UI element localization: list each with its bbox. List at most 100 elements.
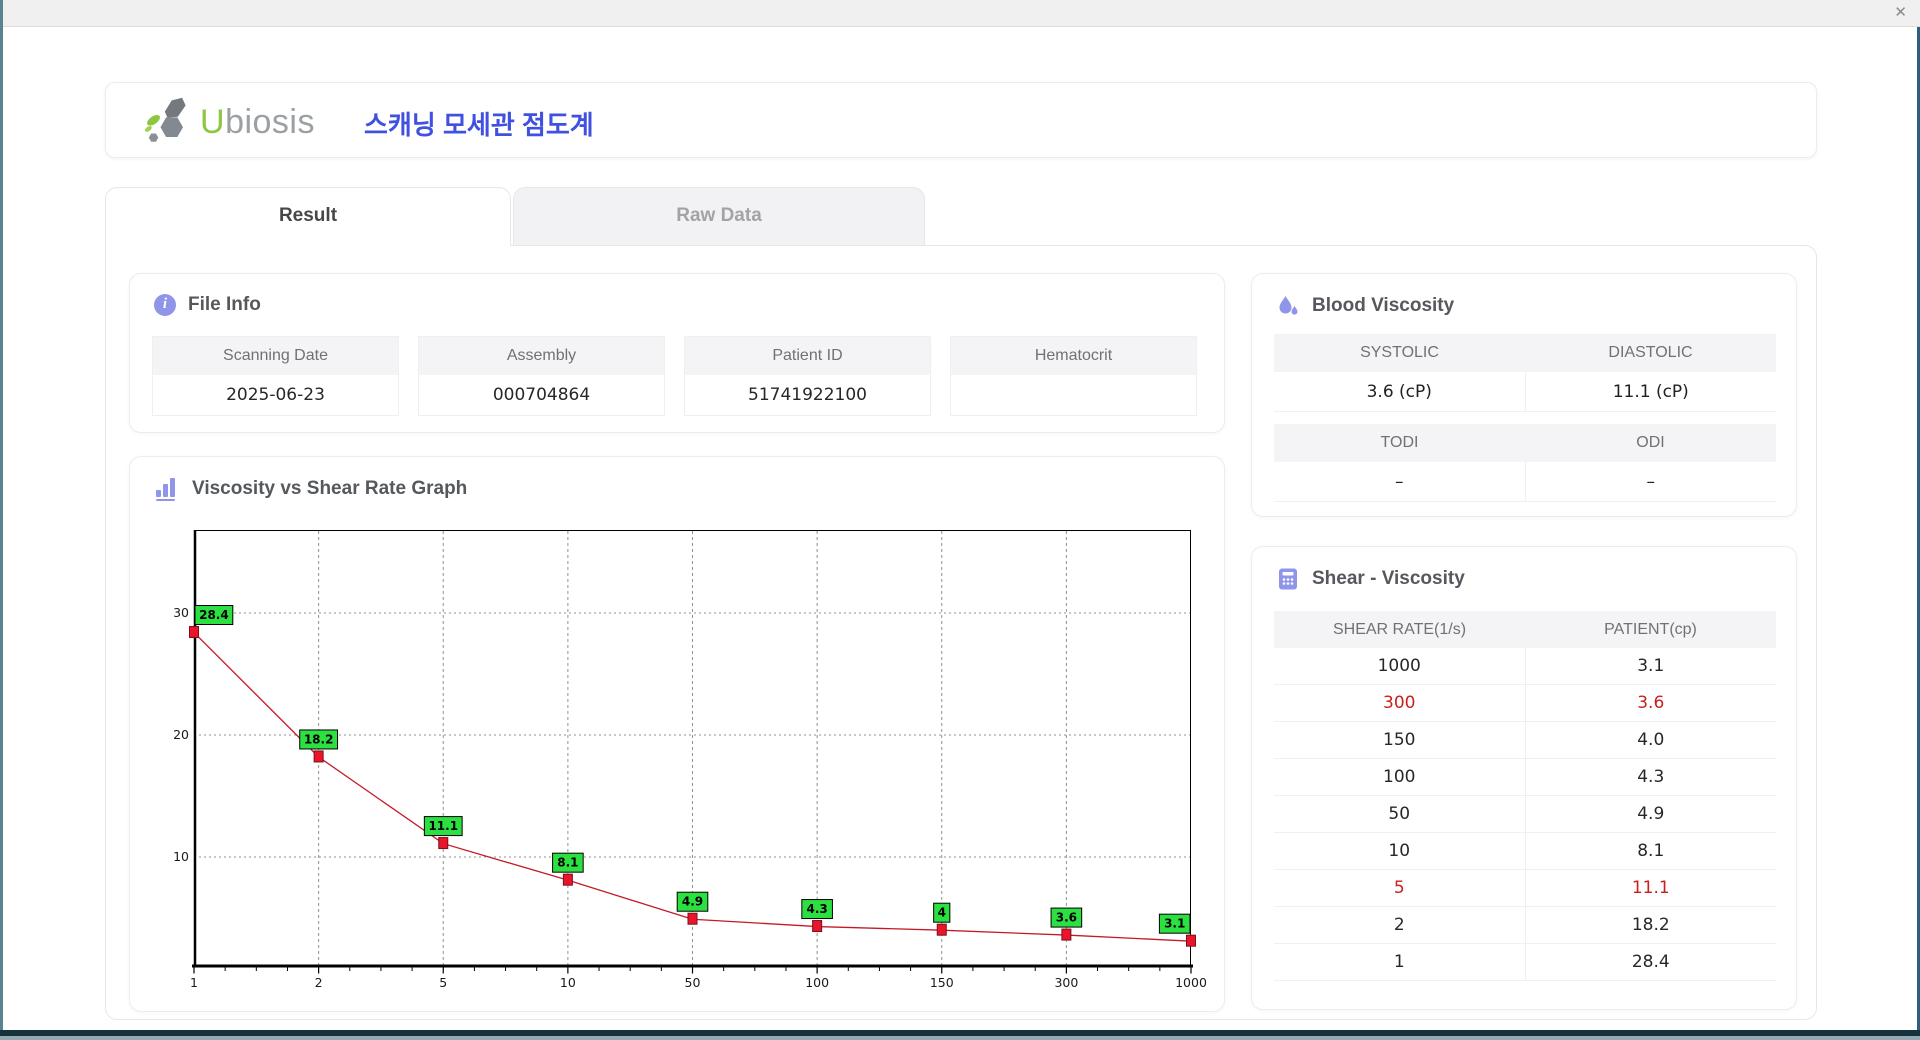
blood-viscosity-values: – –: [1274, 462, 1776, 502]
blood-viscosity-headers: TODI ODI: [1274, 424, 1776, 462]
shear-viscosity-row: 100 4.3: [1274, 759, 1776, 796]
tab-result-label: Result: [278, 205, 338, 226]
info-icon: i: [154, 294, 176, 316]
blood-viscosity-group: TODI ODI – –: [1274, 424, 1776, 502]
shear-viscosity-table: SHEAR RATE(1/s) PATIENT(cp) 1000 3.1 300 3.…: [1274, 611, 1776, 981]
x-tick-label: 5: [439, 975, 447, 990]
tab-raw-data[interactable]: Raw Data: [513, 187, 925, 245]
x-tick-label: 150: [930, 975, 954, 990]
shear-rate-cell: 1000: [1274, 648, 1526, 685]
bv-header-todi: TODI: [1274, 424, 1525, 462]
data-point-label: 18.2: [304, 732, 334, 746]
x-tick-label: 100: [805, 975, 829, 990]
x-tick-label: 10: [560, 975, 576, 990]
shear-rate-cell: 300: [1274, 685, 1526, 722]
x-tick-label: 2: [315, 975, 323, 990]
field-label-scanning-date: Scanning Date: [153, 337, 398, 375]
x-tick-label: 300: [1054, 975, 1078, 990]
field-value-hematocrit: [951, 375, 1196, 415]
patient-viscosity-cell: 8.1: [1525, 833, 1776, 870]
data-point-marker: [1061, 928, 1072, 941]
patient-viscosity-cell: 18.2: [1525, 907, 1776, 944]
data-point-marker: [687, 912, 698, 925]
window-titlebar: ✕: [0, 0, 1920, 27]
page-title: 스캐닝 모세관 점도계: [364, 110, 594, 140]
window-close-icon[interactable]: ✕: [1894, 4, 1907, 22]
x-tick-label: 50: [685, 975, 701, 990]
ubiosis-logo-icon: [144, 97, 186, 142]
data-point-label: 3.6: [1056, 911, 1077, 925]
x-tick-label: 1000: [1175, 975, 1207, 990]
file-info-field-scanning-date: Scanning Date 2025-06-23: [152, 336, 399, 416]
data-point-marker: [562, 873, 573, 886]
bv-value-todi: –: [1274, 462, 1526, 502]
shear-viscosity-row: 10 8.1: [1274, 833, 1776, 870]
blood-viscosity-table: SYSTOLIC DIASTOLIC 3.6 (cP) 11.1 (cP) TODI OD…: [1274, 334, 1776, 514]
data-point-label: 3.1: [1164, 917, 1185, 931]
shear-viscosity-table-header: SHEAR RATE(1/s) PATIENT(cp): [1274, 611, 1776, 648]
field-label-assembly: Assembly: [419, 337, 664, 375]
field-value-patient-id: 51741922100: [685, 375, 930, 415]
graph-header: Viscosity vs Shear Rate Graph: [154, 477, 467, 501]
data-point-label: 28.4: [199, 608, 229, 622]
data-point-marker: [936, 923, 947, 936]
data-point-marker: [812, 920, 823, 933]
file-info-field-patient-id: Patient ID 51741922100: [684, 336, 931, 416]
data-point-marker: [1186, 934, 1196, 947]
graph-title: Viscosity vs Shear Rate Graph: [192, 478, 468, 499]
bv-header-diastolic: DIASTOLIC: [1525, 334, 1776, 372]
droplets-icon: [1279, 296, 1298, 315]
patient-viscosity-cell: 3.6: [1525, 685, 1776, 722]
blood-viscosity-values: 3.6 (cP) 11.1 (cP): [1274, 372, 1776, 412]
shear-viscosity-row: 5 11.1: [1274, 870, 1776, 907]
patient-viscosity-cell: 4.9: [1525, 796, 1776, 833]
shear-viscosity-row: 50 4.9: [1274, 796, 1776, 833]
graph-card: Viscosity vs Shear Rate Graph 1 2 5 10 50 100…: [129, 456, 1225, 1012]
blood-viscosity-group: SYSTOLIC DIASTOLIC 3.6 (cP) 11.1 (cP): [1274, 334, 1776, 412]
data-point-label: 4.9: [682, 895, 703, 909]
ubiosis-logo: Ubiosis: [144, 96, 315, 148]
file-info-field-assembly: Assembly 000704864: [418, 336, 665, 416]
shear-viscosity-row: 1 28.4: [1274, 944, 1776, 981]
data-point-marker: [438, 837, 449, 850]
bv-header-systolic: SYSTOLIC: [1274, 334, 1525, 372]
file-info-card: i File Info Scanning Date 2025-06-23 Assem…: [129, 273, 1225, 433]
blood-viscosity-title: Blood Viscosity: [1312, 295, 1455, 316]
file-info-title: File Info: [188, 294, 261, 315]
blood-viscosity-header: Blood Viscosity: [1276, 294, 1454, 318]
data-point-label: 11.1: [428, 819, 458, 833]
shear-viscosity-row: 2 18.2: [1274, 907, 1776, 944]
result-panel: i File Info Scanning Date 2025-06-23 Assem…: [105, 245, 1817, 1020]
col-shear-rate: SHEAR RATE(1/s): [1274, 611, 1525, 648]
patient-viscosity-cell: 3.1: [1525, 648, 1776, 685]
y-tick-label: 30: [173, 605, 189, 620]
window-border-left: [0, 0, 3, 1040]
patient-viscosity-cell: 11.1: [1525, 870, 1776, 907]
bv-value-diastolic: 11.1 (cP): [1525, 372, 1776, 412]
data-point-marker: [313, 750, 324, 763]
viscosity-shear-rate-chart: 1 2 5 10 50 100 150 300 1000 10 20 30 28.4 18.2 11.1 8.…: [173, 530, 1207, 990]
bv-value-odi: –: [1525, 462, 1776, 502]
shear-viscosity-card: Shear - Viscosity SHEAR RATE(1/s) PATIEN…: [1251, 546, 1797, 1010]
ubiosis-logo-text: Ubiosis: [200, 102, 315, 141]
field-value-assembly: 000704864: [419, 375, 664, 415]
patient-viscosity-cell: 4.0: [1525, 722, 1776, 759]
file-info-header: i File Info: [154, 294, 261, 316]
blood-viscosity-card: Blood Viscosity SYSTOLIC DIASTOLIC 3.6 (cP…: [1251, 273, 1797, 517]
shear-rate-cell: 10: [1274, 833, 1526, 870]
shear-viscosity-header: Shear - Viscosity: [1276, 567, 1465, 591]
y-tick-label: 20: [173, 727, 189, 742]
shear-rate-cell: 2: [1274, 907, 1526, 944]
bv-value-systolic: 3.6 (cP): [1274, 372, 1526, 412]
shear-viscosity-row: 150 4.0: [1274, 722, 1776, 759]
data-point-label: 4.3: [806, 902, 827, 916]
app-header: Ubiosis 스캐닝 모세관 점도계: [105, 82, 1817, 158]
shear-rate-cell: 100: [1274, 759, 1526, 796]
shear-rate-cell: 150: [1274, 722, 1526, 759]
calculator-icon: [1279, 568, 1297, 590]
shear-viscosity-row: 300 3.6: [1274, 685, 1776, 722]
y-tick-label: 10: [173, 849, 189, 864]
shear-viscosity-table-body: 1000 3.1 300 3.6 150 4.0 100 4.3 50 4.9 10 8.1 5 11.1…: [1274, 648, 1776, 981]
blood-viscosity-headers: SYSTOLIC DIASTOLIC: [1274, 334, 1776, 372]
tab-result[interactable]: Result: [105, 187, 511, 246]
